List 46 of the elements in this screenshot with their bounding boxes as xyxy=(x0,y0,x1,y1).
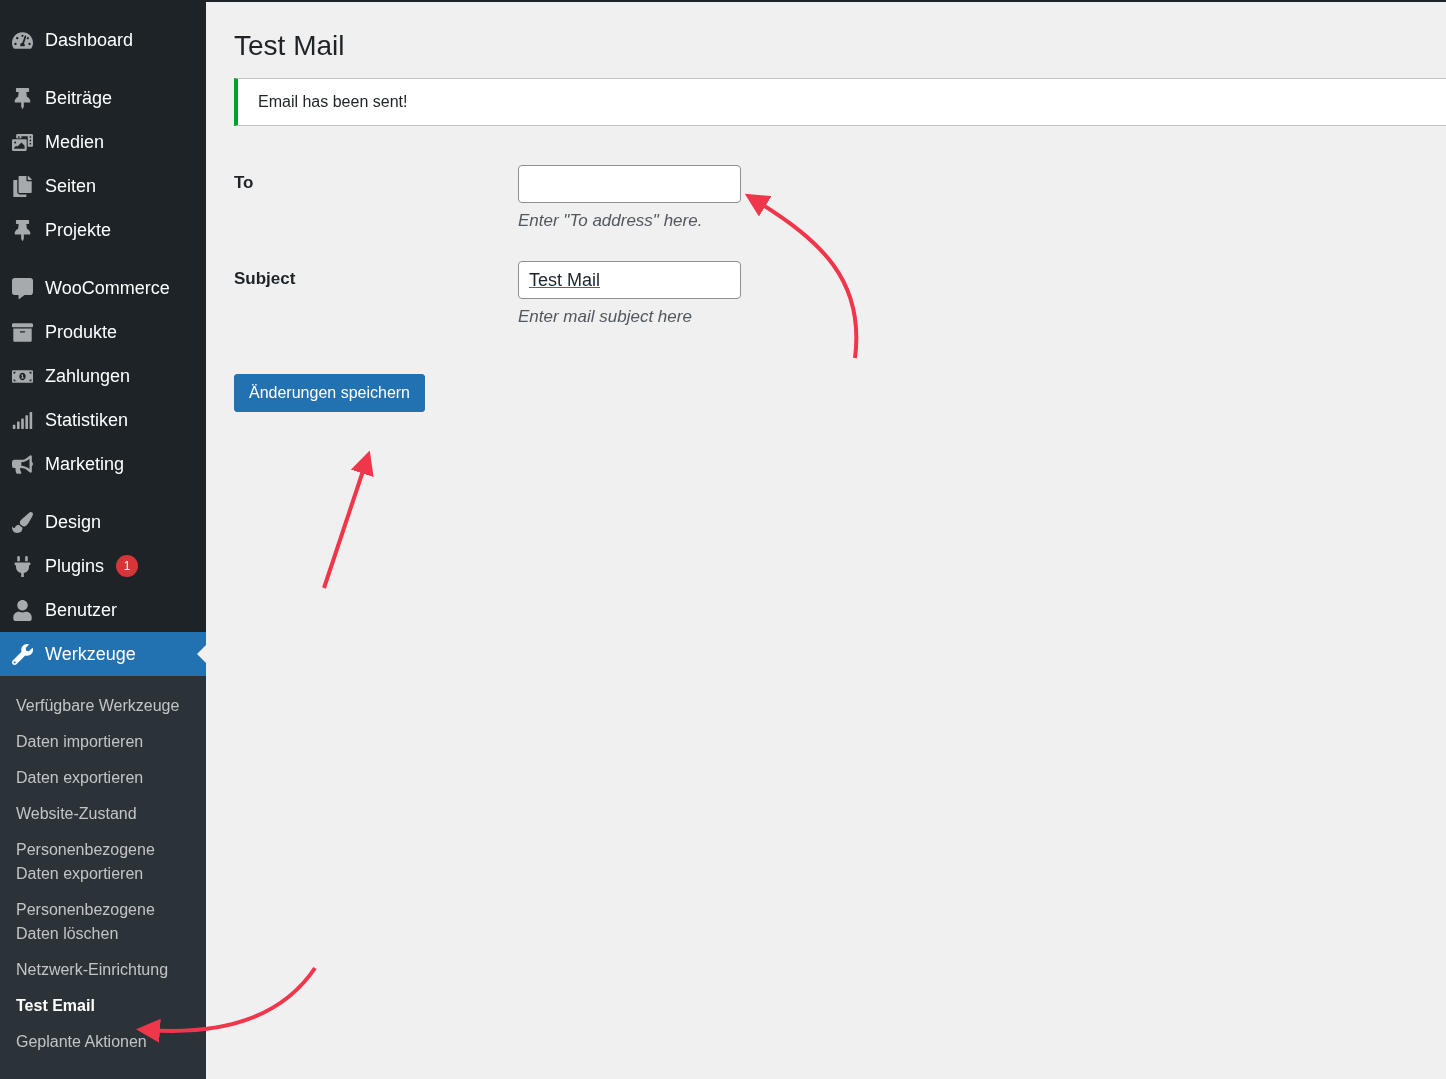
megaphone-icon xyxy=(12,453,33,475)
bar-chart-icon xyxy=(12,409,33,431)
submenu-item[interactable]: Test Email xyxy=(0,988,206,1024)
submenu-item[interactable]: Website-Zustand xyxy=(0,796,206,832)
save-button[interactable]: Änderungen speichern xyxy=(234,374,425,412)
sidebar-menu-item[interactable]: Design xyxy=(0,500,206,544)
text-input-field[interactable] xyxy=(518,165,741,203)
sidebar-menu-item[interactable]: Dashboard xyxy=(0,18,206,62)
submenu-item[interactable]: Netzwerk-Einrichtung xyxy=(0,952,206,988)
page-title: Test Mail xyxy=(234,29,346,63)
submenu-item[interactable]: Verfügbare Werkzeuge xyxy=(0,688,206,724)
sidebar-menu-item[interactable]: Statistiken xyxy=(0,398,206,442)
sidebar-menu-item[interactable]: Produkte xyxy=(0,310,206,354)
submenu-item[interactable]: Daten exportieren xyxy=(0,760,206,796)
sidebar-menu-item[interactable]: Benutzer xyxy=(0,588,206,632)
pages-icon xyxy=(12,175,33,197)
wrench-icon xyxy=(12,643,33,665)
dashboard-gauge-icon xyxy=(12,29,33,51)
archive-box-icon xyxy=(12,321,33,343)
pin-icon xyxy=(12,87,33,109)
success-notice: Email has been sent! xyxy=(234,78,1446,126)
sidebar-menu-item[interactable]: Zahlungen xyxy=(0,354,206,398)
sidebar-menu-item[interactable]: Plugins 1 xyxy=(0,544,206,588)
submenu-item[interactable]: Geplante Aktionen xyxy=(0,1024,206,1060)
sidebar-menu-item[interactable]: Projekte xyxy=(0,208,206,252)
speech-bubble-icon xyxy=(12,277,33,299)
sidebar-menu-item[interactable]: Seiten xyxy=(0,164,206,208)
sidebar-menu-item[interactable]: Werkzeuge xyxy=(0,632,206,676)
sidebar-menu-item[interactable]: Marketing xyxy=(0,442,206,486)
pin-icon xyxy=(12,219,33,241)
submenu-item[interactable]: Daten importieren xyxy=(0,724,206,760)
field-label: Subject xyxy=(234,268,297,290)
paintbrush-icon xyxy=(12,511,33,533)
field-description: Enter mail subject here xyxy=(518,307,693,327)
text-input-field[interactable]: Test Mail xyxy=(518,261,741,299)
user-icon xyxy=(12,599,33,621)
field-description: Enter "To address" here. xyxy=(518,211,704,231)
media-icon xyxy=(12,131,33,153)
sidebar-menu-item[interactable]: WooCommerce xyxy=(0,266,206,310)
sidebar-menu-item[interactable]: Beiträge xyxy=(0,76,206,120)
update-count-badge: 1 xyxy=(116,555,139,577)
submenu-item[interactable]: Personenbezogene Daten löschen xyxy=(0,892,206,952)
field-label: To xyxy=(234,172,255,194)
submenu-item[interactable]: Personenbezogene Daten exportieren xyxy=(0,832,206,892)
sidebar-menu-item[interactable]: Medien xyxy=(0,120,206,164)
plug-icon xyxy=(12,555,33,577)
